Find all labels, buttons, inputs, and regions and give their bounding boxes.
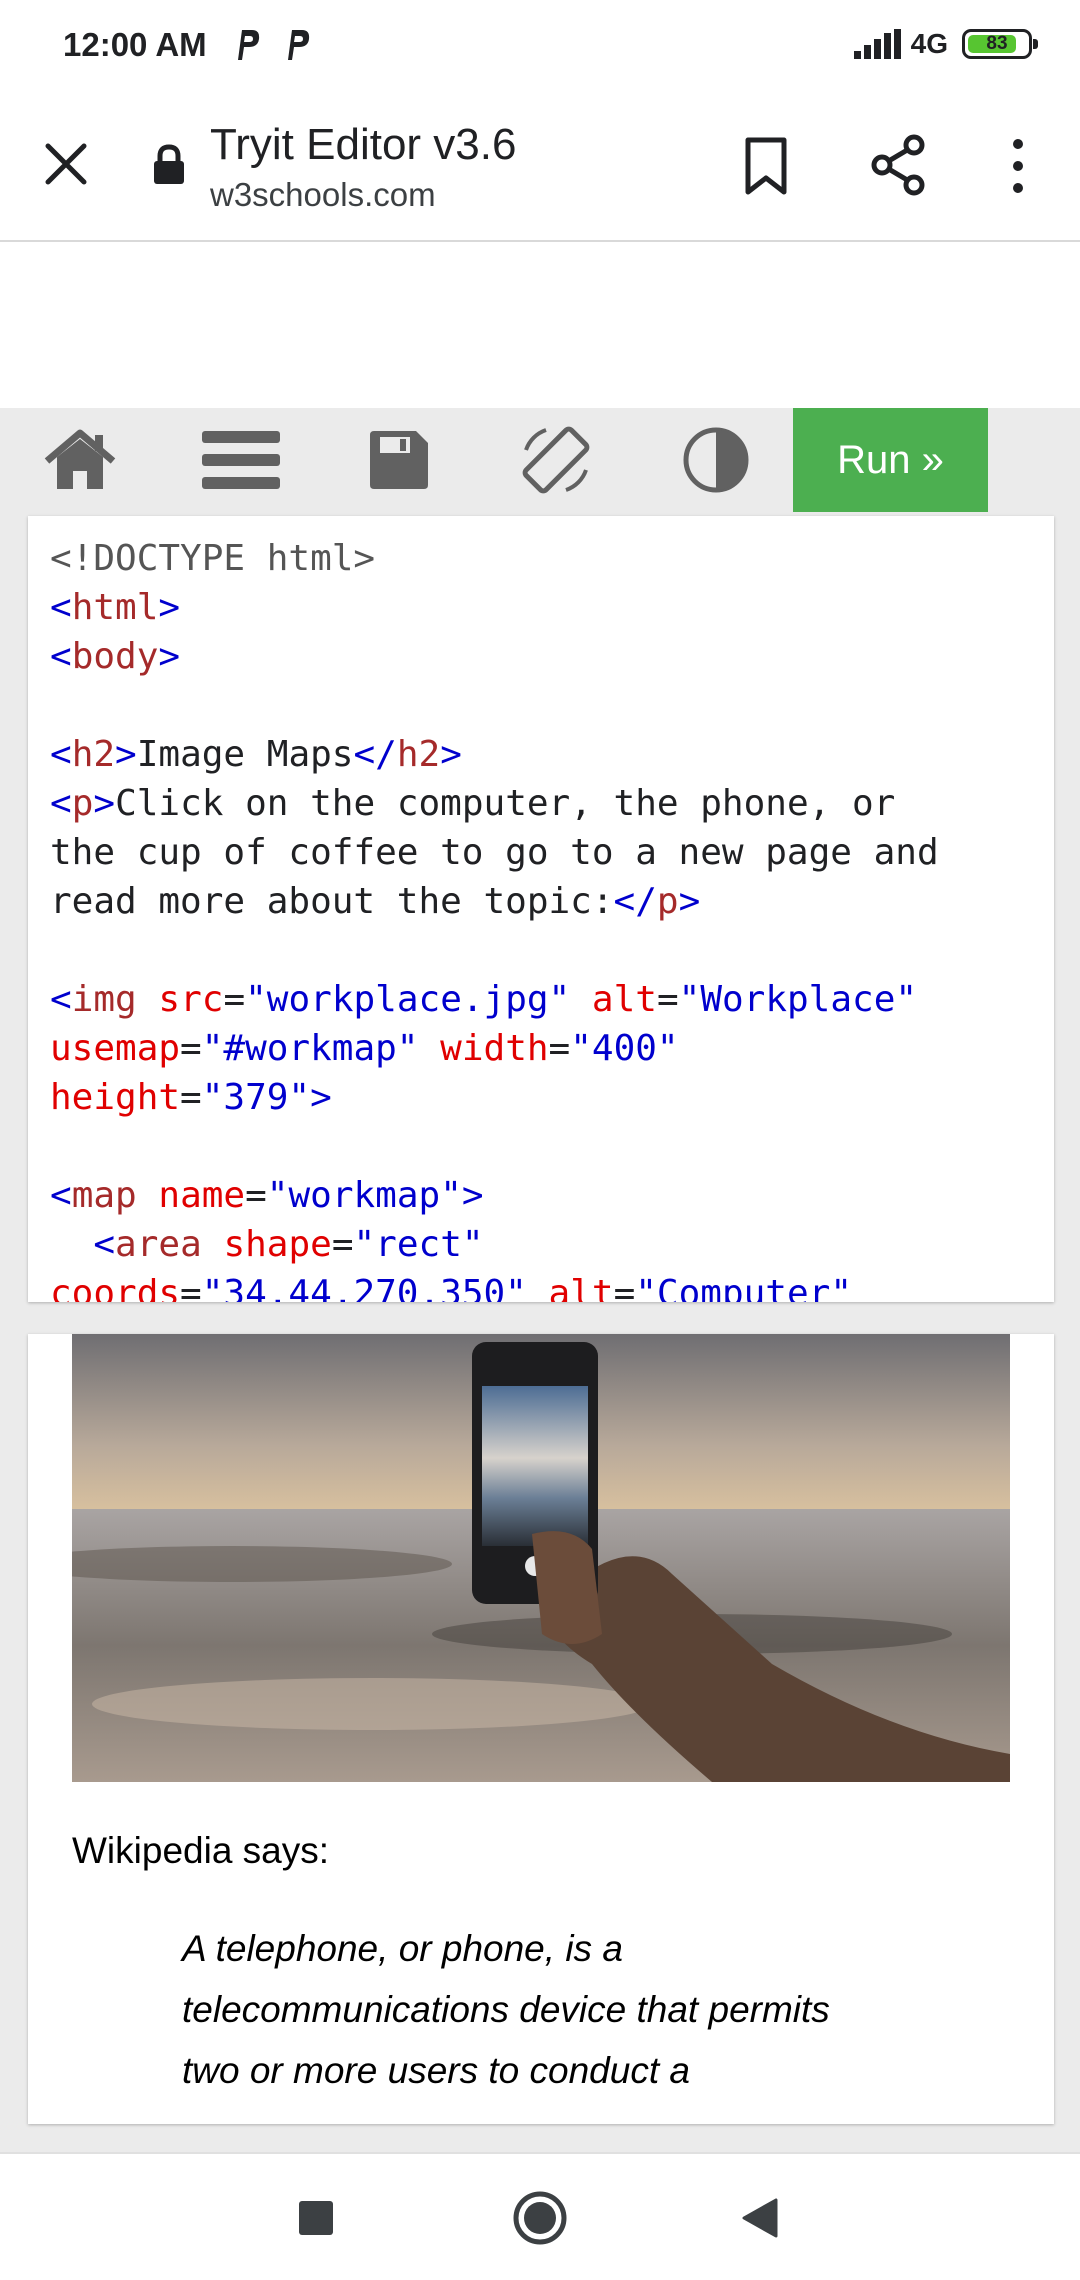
network-type: 4G (910, 28, 948, 59)
save-icon (370, 431, 428, 489)
recents-icon (299, 2201, 333, 2235)
page-title[interactable]: Tryit Editor v3.6 (210, 120, 516, 170)
menu-button[interactable] (166, 408, 316, 512)
signal-icon (853, 29, 901, 59)
parking-icon (288, 30, 310, 60)
quote-line: telecommunications device that permits (182, 1989, 830, 2030)
status-time: 12:00 AM (63, 26, 207, 63)
back-icon (742, 2198, 778, 2238)
quote-line: two or more users to conduct a (182, 2050, 690, 2091)
close-icon[interactable] (40, 138, 92, 190)
code-line[interactable]: read more about the topic:</p> (50, 881, 700, 922)
recents-button[interactable] (284, 2186, 348, 2250)
blank-area (0, 242, 1080, 408)
contrast-button[interactable] (641, 408, 791, 512)
browser-toolbar: Tryit Editor v3.6 w3schools.com (0, 96, 1080, 242)
home-icon (44, 429, 116, 489)
code-line[interactable]: <body> (50, 636, 180, 677)
lock-icon (154, 144, 184, 184)
share-icon[interactable] (868, 134, 928, 196)
rotate-icon (522, 426, 590, 494)
phone-photo-image[interactable] (72, 1334, 1010, 1782)
contrast-icon (683, 427, 749, 493)
battery-icon: 83 (962, 29, 1038, 59)
code-line[interactable]: <p>Click on the computer, the phone, or (50, 783, 895, 824)
code-line[interactable]: coords="34,44,270,350" alt="Computer" (50, 1273, 852, 1302)
back-button[interactable] (728, 2186, 792, 2250)
code-line[interactable]: <html> (50, 587, 180, 628)
result-panel: Wikipedia says: A telephone, or phone, i… (28, 1334, 1054, 2124)
rotate-button[interactable] (481, 408, 631, 512)
save-button[interactable] (324, 408, 474, 512)
code-line[interactable]: height="379"> (50, 1077, 332, 1118)
wikipedia-says-text: Wikipedia says: (72, 1830, 330, 1871)
code-line[interactable]: the cup of coffee to go to a new page an… (50, 832, 939, 873)
home-nav-button[interactable] (508, 2186, 572, 2250)
page-url[interactable]: w3schools.com (210, 176, 436, 214)
more-vert-icon[interactable] (1000, 136, 1036, 196)
code-line[interactable]: <img src="workplace.jpg" alt="Workplace" (50, 979, 917, 1020)
run-button[interactable]: Run » (793, 408, 988, 512)
parking-icon (238, 30, 260, 60)
home-button[interactable] (5, 408, 155, 512)
menu-icon (202, 431, 280, 489)
system-nav-bar (0, 2152, 1080, 2280)
bookmark-icon[interactable] (740, 136, 792, 196)
code-editor[interactable]: <!DOCTYPE html> <html> <body> <h2>Image … (28, 516, 1054, 1302)
quote-line: A telephone, or phone, is a (182, 1928, 623, 1969)
code-line[interactable]: <h2>Image Maps</h2> (50, 734, 462, 775)
home-circle-icon (513, 2191, 567, 2245)
code-line[interactable]: usemap="#workmap" width="400" (50, 1028, 679, 1069)
code-line[interactable]: <area shape="rect" (50, 1224, 483, 1265)
code-line[interactable]: <!DOCTYPE html> (50, 538, 375, 579)
battery-level: 83 (986, 33, 1008, 54)
status-bar: 12:00 AM 4G 83 (0, 0, 1080, 96)
code-line[interactable]: <map name="workmap"> (50, 1175, 484, 1216)
